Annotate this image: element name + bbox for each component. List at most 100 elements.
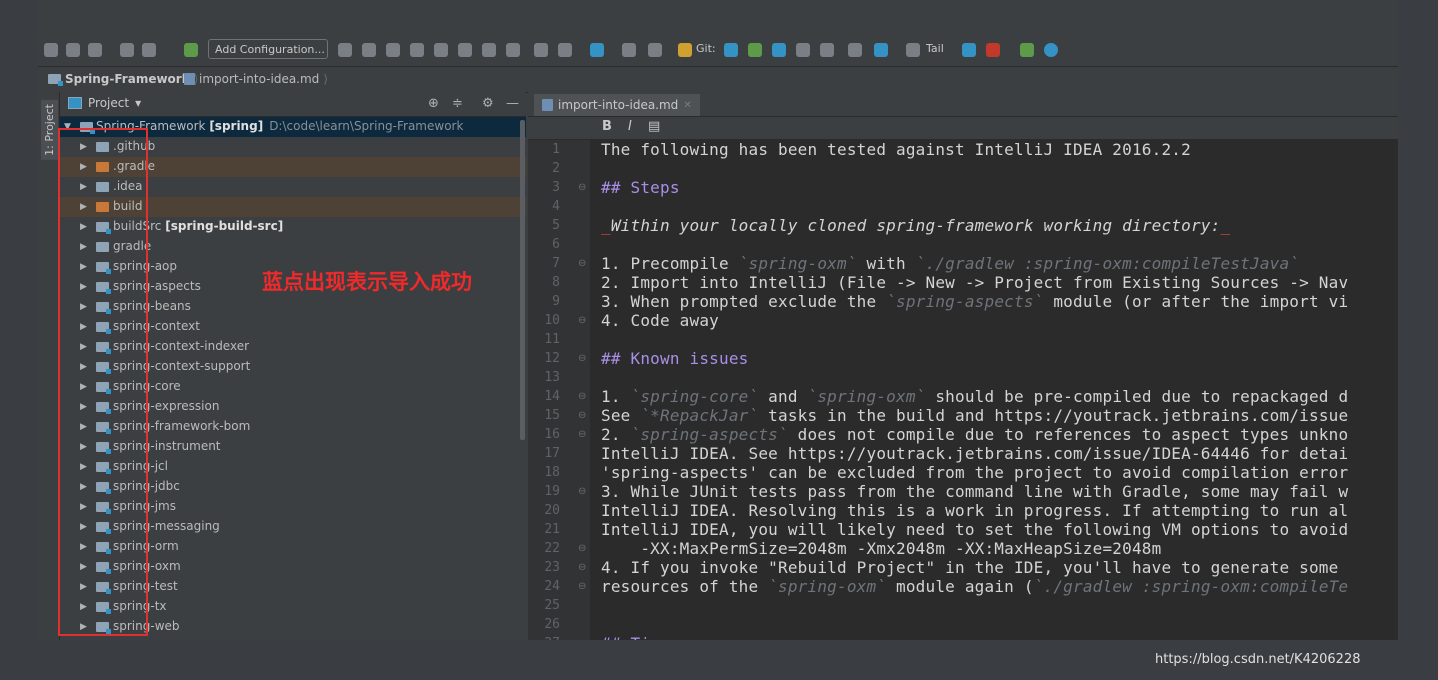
line-number: 13 (544, 370, 560, 385)
project-tool-button[interactable]: 1: Project (41, 100, 58, 160)
add-configuration-button[interactable]: Add Configuration... (208, 39, 328, 59)
coverage-icon[interactable] (386, 43, 400, 57)
breadcrumb-project-label: Spring-Framework (65, 72, 190, 86)
italic-button[interactable]: I (628, 119, 632, 134)
attach-icon[interactable] (458, 43, 472, 57)
ide-window: Add Configuration... Git: Tail Spring-Fr… (38, 0, 1398, 640)
code-editor[interactable]: The following has been tested against In… (590, 140, 1398, 640)
fold-marker-icon[interactable]: ⊖ (578, 353, 586, 364)
forward-icon[interactable] (142, 43, 156, 57)
run-icon[interactable] (338, 43, 352, 57)
layout-icon[interactable] (482, 43, 496, 57)
line-number: 6 (552, 237, 560, 252)
line-number: 26 (544, 617, 560, 632)
vcs-update-icon[interactable] (590, 43, 604, 57)
git-push-icon[interactable] (772, 43, 786, 57)
code-line[interactable]: -XX:MaxPermSize=2048m -Xmx2048m -XX:MaxH… (601, 539, 1161, 558)
dash-icon[interactable] (558, 43, 572, 57)
back-icon[interactable] (120, 43, 134, 57)
code-line[interactable]: IntelliJ IDEA. Resolving this is a work … (601, 501, 1348, 520)
code-token: IntelliJ IDEA, you will likely need to s… (601, 520, 1349, 539)
profile-icon[interactable] (410, 43, 424, 57)
code-line[interactable]: ## Known issues (601, 349, 749, 368)
fold-marker-icon[interactable]: ⊖ (578, 182, 586, 193)
code-token: does not compile due to references to as… (787, 425, 1349, 444)
bold-button[interactable]: B (602, 119, 612, 134)
sync-icon[interactable] (88, 43, 102, 57)
code-token: IntelliJ IDEA. Resolving this is a work … (601, 501, 1349, 520)
locate-icon[interactable]: ⊕ (428, 96, 439, 111)
code-line[interactable]: 'spring-aspects' can be excluded from th… (601, 463, 1348, 482)
fold-marker-icon[interactable]: ⊖ (578, 258, 586, 269)
code-token: 2. (601, 425, 631, 444)
diff-icon[interactable] (622, 43, 636, 57)
breadcrumb-project[interactable]: Spring-Framework ⟩ (48, 72, 198, 86)
project-view-selector[interactable]: Project ▾ (68, 96, 141, 110)
code-line[interactable]: 3. When prompted exclude the `spring-asp… (601, 292, 1348, 311)
history-icon[interactable] (648, 43, 662, 57)
fold-marker-icon[interactable]: ⊖ (578, 410, 586, 421)
build-icon[interactable] (184, 43, 198, 57)
help-icon[interactable] (1044, 43, 1058, 57)
tool-window-strip: 1: Project (38, 92, 60, 640)
breadcrumb-file[interactable]: import-into-idea.md ⟩ (184, 72, 328, 86)
code-button[interactable]: ▤ (648, 119, 660, 134)
tree-scrollbar[interactable] (520, 120, 525, 440)
git-revert-icon[interactable] (820, 43, 834, 57)
settings-toolbar-icon[interactable] (506, 43, 520, 57)
pencil-icon[interactable] (848, 43, 862, 57)
fold-marker-icon[interactable]: ⊖ (578, 315, 586, 326)
fold-marker-icon[interactable]: ⊖ (578, 486, 586, 497)
code-token: Within your locally cloned spring-framew… (610, 216, 1221, 235)
code-line[interactable]: 4. If you invoke "Rebuild Project" in th… (601, 558, 1348, 577)
project-panel-header: Project ▾ ⊕ ≑ ⚙ — (60, 92, 526, 117)
fold-marker-icon[interactable]: ⊖ (578, 391, 586, 402)
git-history-icon[interactable] (796, 43, 810, 57)
terminal-icon[interactable] (906, 43, 920, 57)
code-line[interactable]: ## Steps (601, 178, 680, 197)
line-number: 9 (552, 294, 560, 309)
annotation-highlight-box (58, 128, 148, 636)
line-number: 14 (544, 389, 560, 404)
line-number: 17 (544, 446, 560, 461)
stop-icon[interactable] (434, 43, 448, 57)
code-line[interactable]: 2. `spring-aspects` does not compile due… (601, 425, 1348, 444)
code-line[interactable]: 4. Code away (601, 311, 719, 330)
user-icon[interactable] (534, 43, 548, 57)
code-line[interactable]: 1. Precompile `spring-oxm` with `./gradl… (601, 254, 1299, 273)
plugin-icon[interactable] (986, 43, 1000, 57)
fold-marker-icon[interactable]: ⊖ (578, 562, 586, 573)
code-line[interactable]: See `*RepackJar` tasks in the build and … (601, 406, 1348, 425)
green-square-icon[interactable] (1020, 43, 1034, 57)
structure-icon[interactable] (874, 43, 888, 57)
minimize-icon[interactable]: — (506, 96, 519, 111)
watermark: https://blog.csdn.net/K4206228 (1155, 652, 1361, 667)
maven-icon[interactable] (962, 43, 976, 57)
tail-label[interactable]: Tail (926, 42, 944, 55)
line-number: 8 (552, 275, 560, 290)
code-line[interactable]: IntelliJ IDEA, you will likely need to s… (601, 520, 1348, 539)
close-icon[interactable]: ✕ (683, 100, 691, 111)
fold-marker-icon[interactable]: ⊖ (578, 429, 586, 440)
code-line[interactable]: IntelliJ IDEA. See https://youtrack.jetb… (601, 444, 1348, 463)
debug-icon[interactable] (362, 43, 376, 57)
tab-import-into-idea[interactable]: import-into-idea.md ✕ (534, 94, 700, 116)
fold-marker-icon[interactable]: ⊖ (578, 543, 586, 554)
code-line[interactable]: 2. Import into IntelliJ (File -> New -> … (601, 273, 1348, 292)
code-token: The following has been tested against In… (601, 140, 1191, 159)
menu-icon[interactable] (44, 43, 58, 57)
git-update-icon[interactable] (724, 43, 738, 57)
collapse-all-icon[interactable]: ≑ (452, 96, 463, 111)
code-line[interactable]: 3. While JUnit tests pass from the comma… (601, 482, 1348, 501)
code-line[interactable]: _Within your locally cloned spring-frame… (601, 216, 1230, 235)
code-line[interactable]: resources of the `spring-oxm` module aga… (601, 577, 1348, 596)
code-token: See (601, 406, 641, 425)
code-line[interactable]: 1. `spring-core` and `spring-oxm` should… (601, 387, 1348, 406)
code-token: `./gradlew :spring-oxm:compileTestJava` (915, 254, 1300, 273)
save-icon[interactable] (66, 43, 80, 57)
code-line[interactable]: ## Ti (601, 634, 650, 640)
code-line[interactable]: The following has been tested against In… (601, 140, 1191, 159)
fold-marker-icon[interactable]: ⊖ (578, 581, 586, 592)
gear-icon[interactable]: ⚙ (482, 96, 494, 111)
git-commit-icon[interactable] (748, 43, 762, 57)
